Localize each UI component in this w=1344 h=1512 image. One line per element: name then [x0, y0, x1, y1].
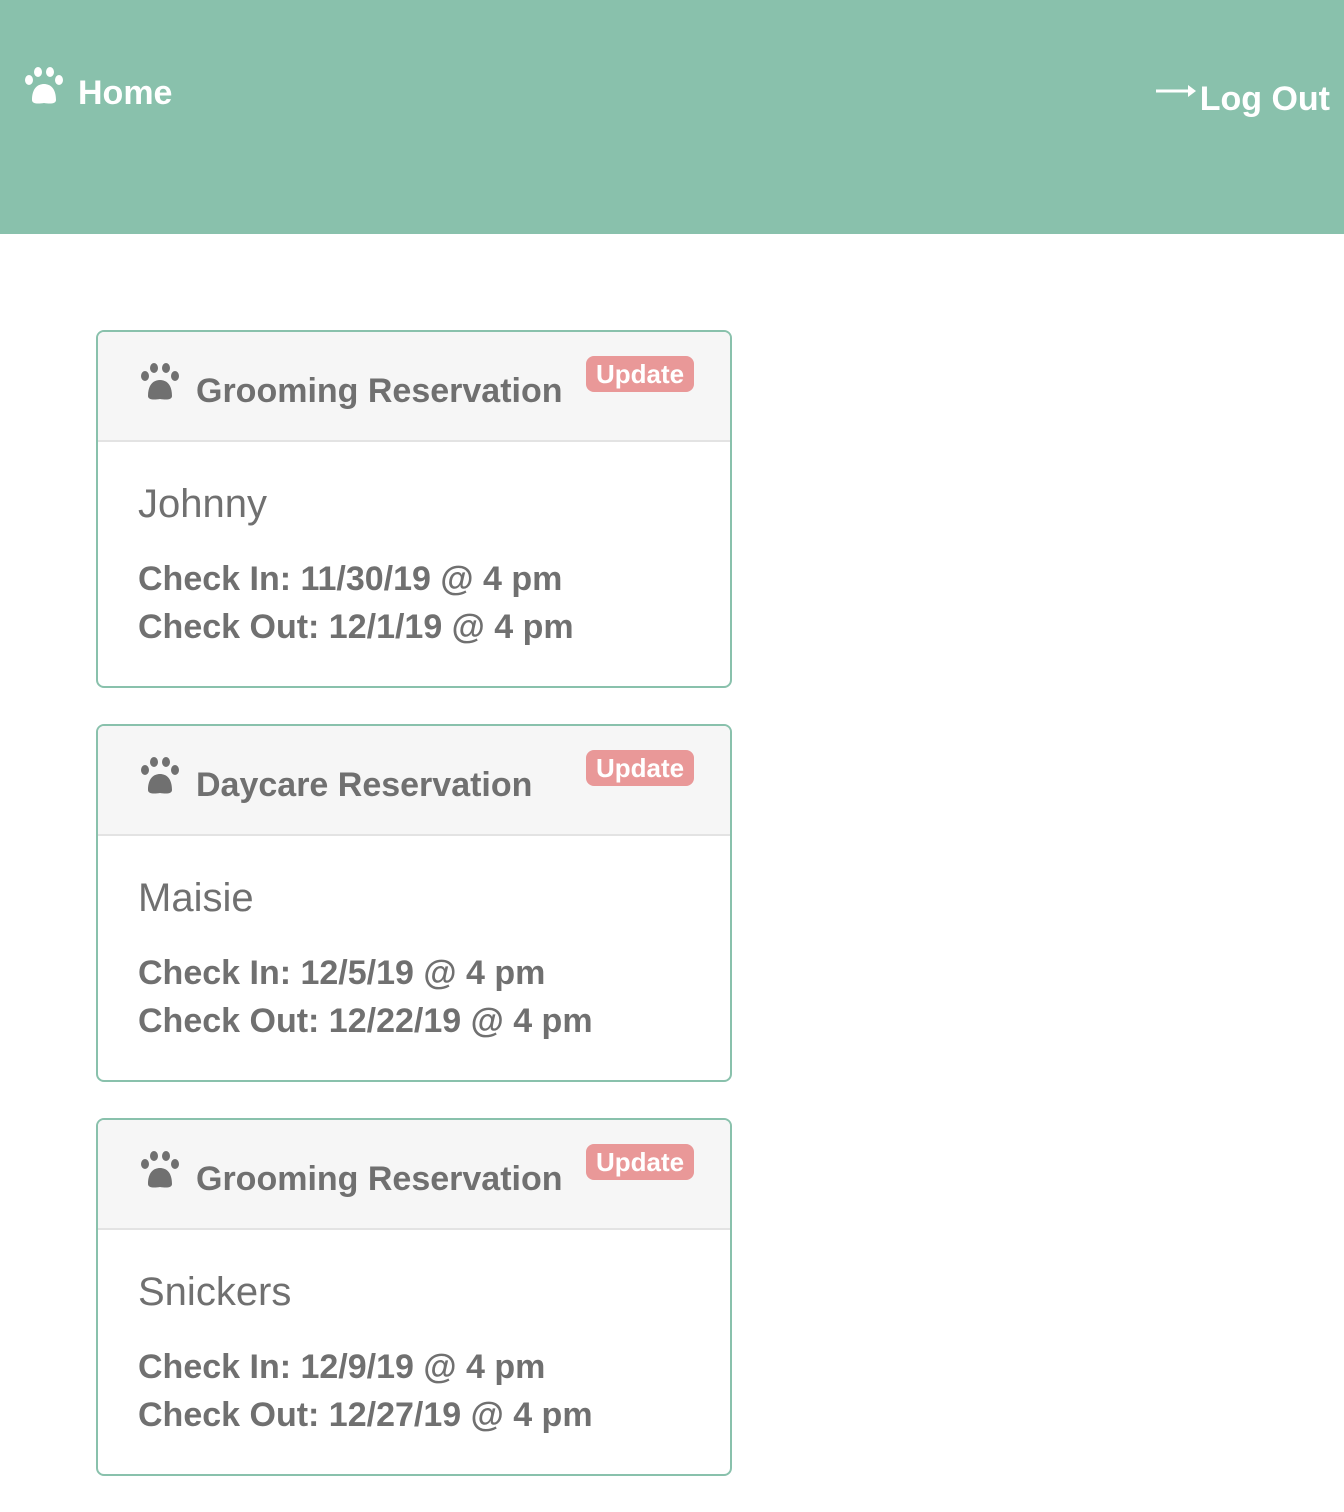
card-title: Grooming Reservation: [196, 372, 563, 410]
check-in-text: Check In: 11/30/19 @ 4 pm: [138, 560, 563, 598]
pet-name: Snickers: [138, 1270, 292, 1314]
paw-icon: [24, 66, 64, 115]
check-out-text: Check Out: 12/27/19 @ 4 pm: [138, 1396, 593, 1434]
update-button[interactable]: Update: [586, 750, 694, 786]
pet-name: Johnny: [138, 482, 267, 526]
card-header: Daycare Reservation Update: [98, 726, 730, 836]
home-link[interactable]: Home: [24, 67, 173, 115]
card-header: Grooming Reservation Update: [98, 332, 730, 442]
logout-label: Log Out: [1199, 80, 1330, 118]
paw-icon: [140, 756, 180, 801]
pet-name: Maisie: [138, 876, 254, 920]
card-title: Grooming Reservation: [196, 1160, 563, 1198]
paw-icon: [140, 1150, 180, 1195]
home-label: Home: [78, 74, 173, 112]
reservation-card: Daycare Reservation Update Maisie Check …: [96, 724, 732, 1082]
top-navbar: Home Log Out: [0, 0, 1344, 234]
logout-link[interactable]: Log Out: [1155, 80, 1330, 119]
card-header: Grooming Reservation Update: [98, 1120, 730, 1230]
check-out-text: Check Out: 12/22/19 @ 4 pm: [138, 1002, 593, 1040]
check-out-text: Check Out: 12/1/19 @ 4 pm: [138, 608, 574, 646]
reservations-list: Grooming Reservation Update Johnny Check…: [96, 330, 736, 1512]
update-button[interactable]: Update: [586, 356, 694, 392]
arrow-right-icon: [1155, 69, 1196, 108]
card-title: Daycare Reservation: [196, 766, 533, 804]
reservation-card: Grooming Reservation Update Johnny Check…: [96, 330, 732, 688]
paw-icon: [140, 362, 180, 407]
update-button[interactable]: Update: [586, 1144, 694, 1180]
check-in-text: Check In: 12/9/19 @ 4 pm: [138, 1348, 546, 1386]
reservation-card: Grooming Reservation Update Snickers Che…: [96, 1118, 732, 1476]
check-in-text: Check In: 12/5/19 @ 4 pm: [138, 954, 546, 992]
